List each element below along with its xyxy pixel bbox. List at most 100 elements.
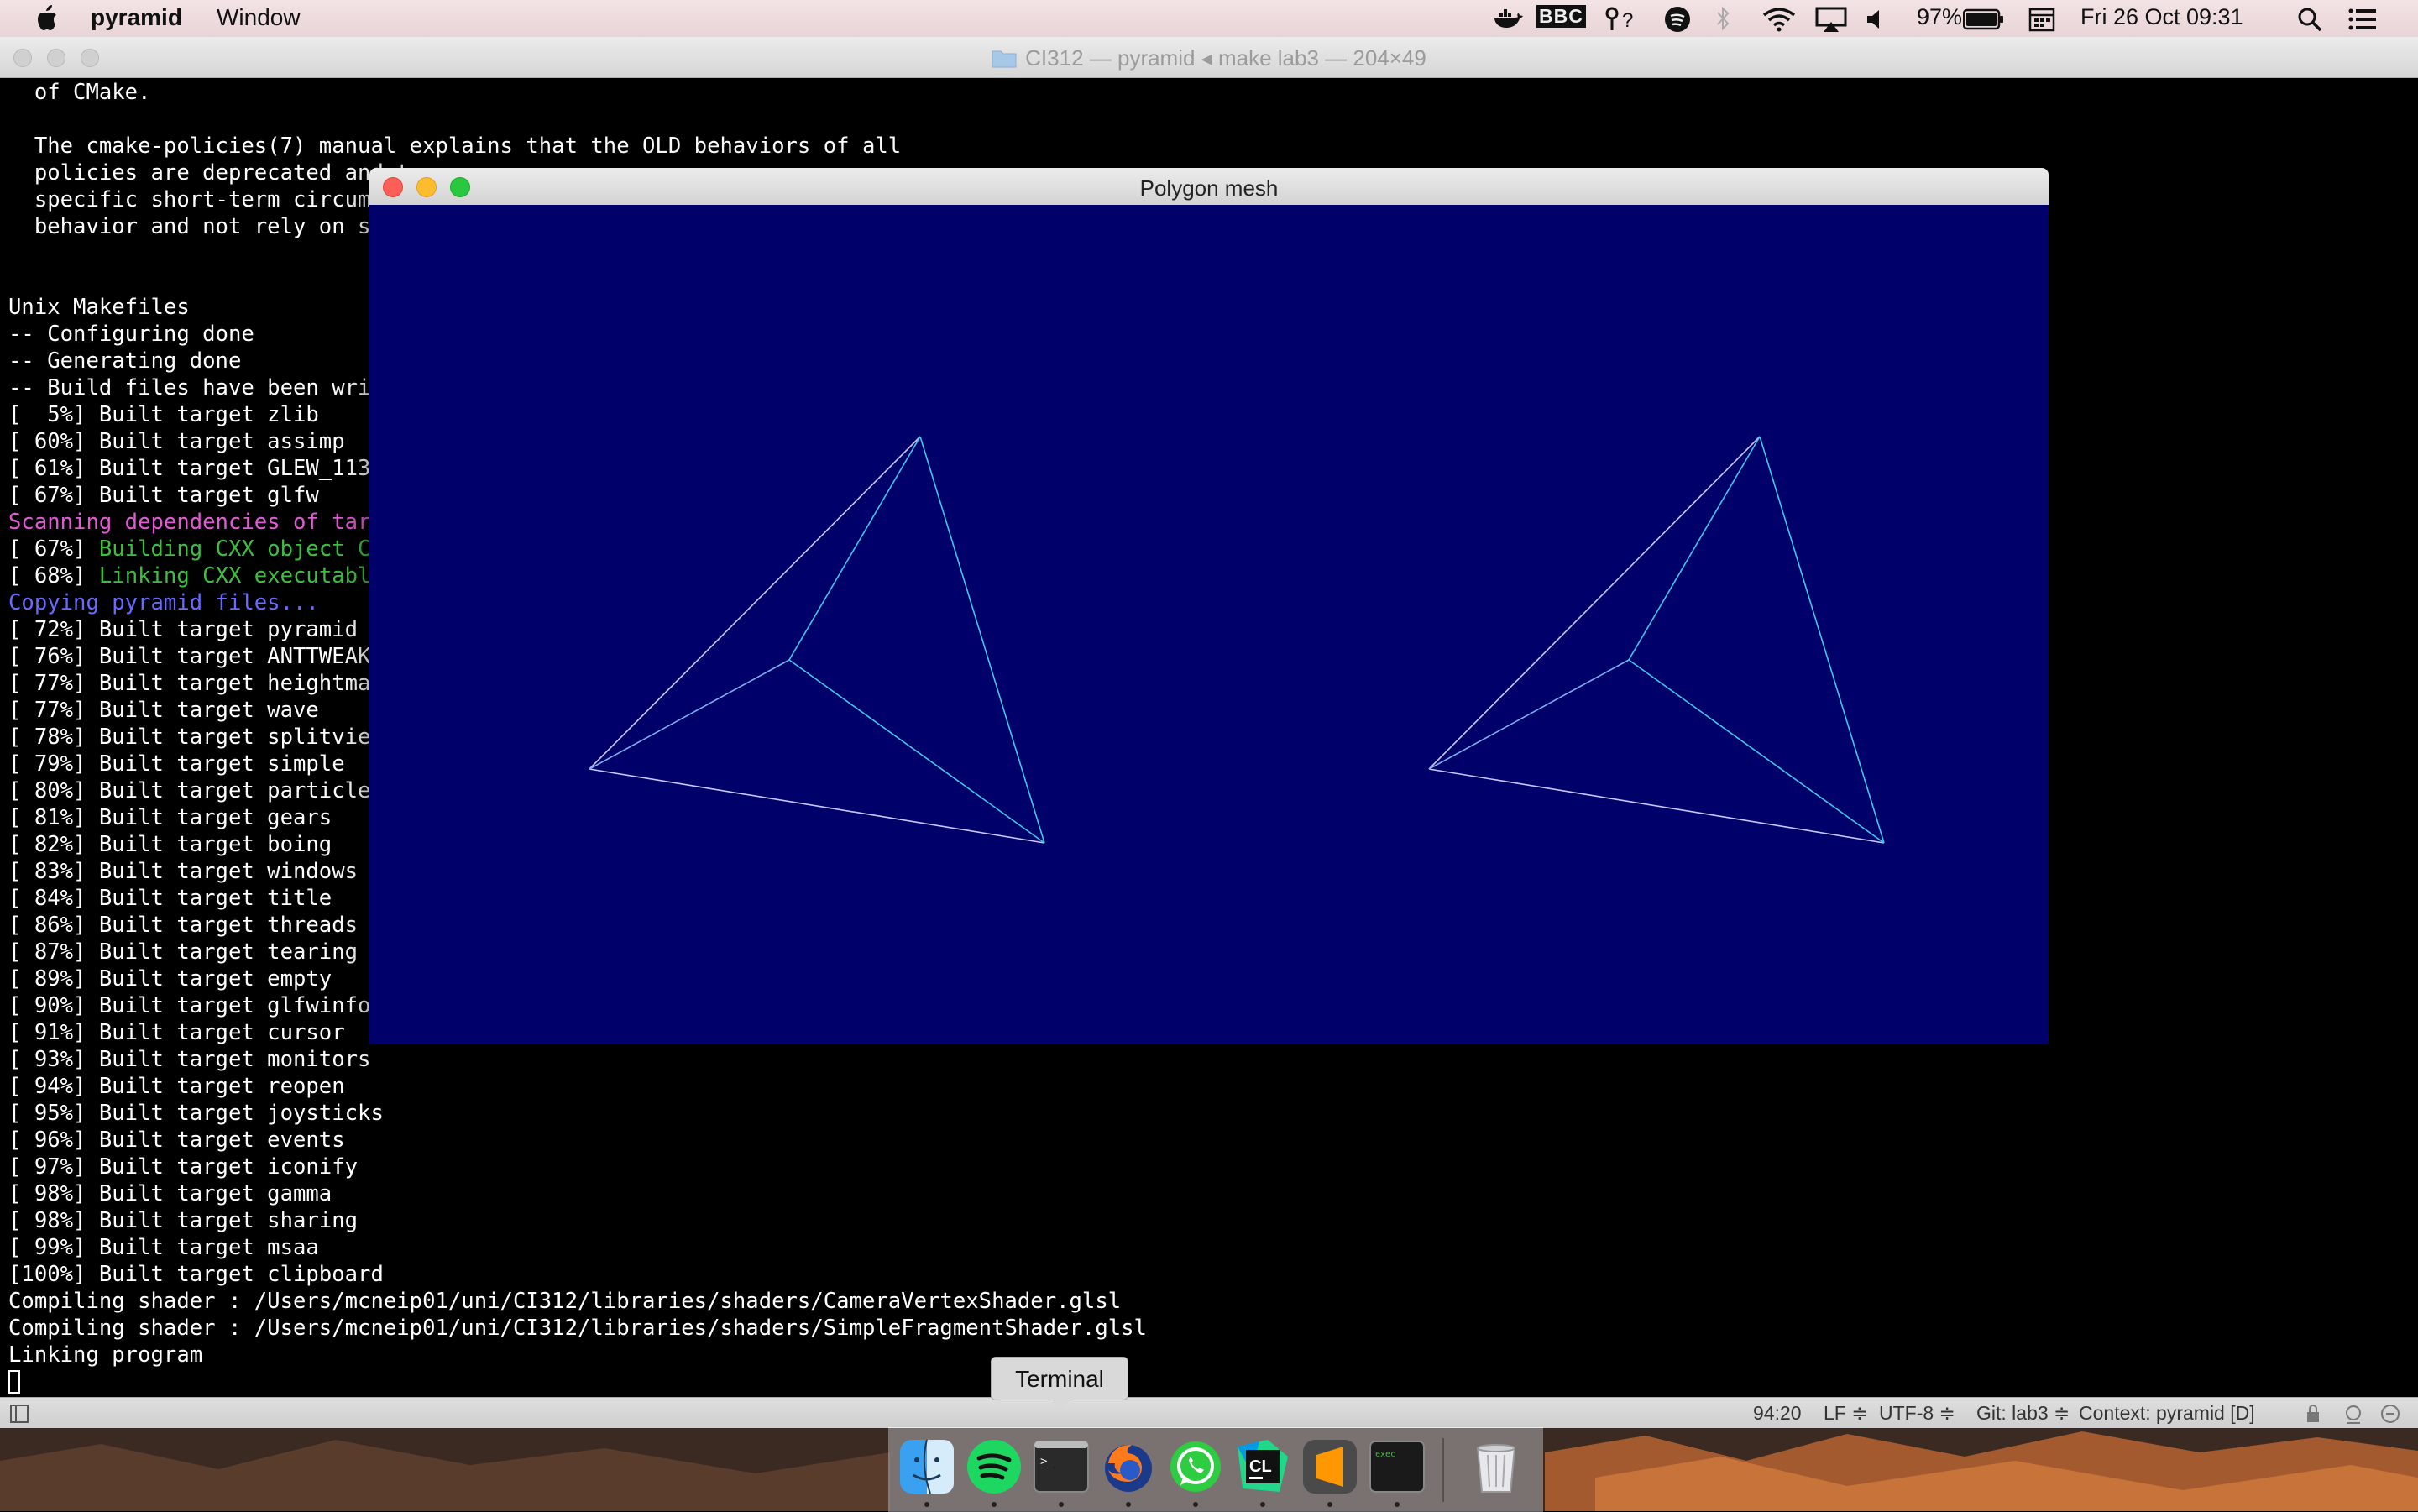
terminal-line-text: [ 5%] Built target zlib xyxy=(8,402,319,427)
terminal-line: The cmake-policies(7) manual explains th… xyxy=(8,133,2410,160)
polygon-mesh-title: Polygon mesh xyxy=(1139,175,1279,201)
clock[interactable]: Fri 26 Oct 09:31 xyxy=(2080,4,2243,30)
terminal-line: [ 94%] Built target reopen xyxy=(8,1073,2410,1100)
window-menu[interactable]: Window xyxy=(217,4,301,31)
terminal-line-text: [ 80%] Built target particles xyxy=(8,778,384,803)
svg-text:?: ? xyxy=(1622,9,1633,32)
airplay-icon[interactable] xyxy=(1815,7,1847,32)
terminal-line-text: [ 98%] Built target gamma xyxy=(8,1181,332,1206)
dock-tooltip-arrow xyxy=(1049,1399,1071,1410)
terminal-line-text: [ 84%] Built target title xyxy=(8,886,332,911)
status-bar: 94:20 LF ≑ UTF-8 ≑ Git: lab3 ≑ Context: … xyxy=(0,1397,2418,1428)
whatsapp-icon[interactable] xyxy=(1167,1438,1224,1495)
pyramid-mesh-right xyxy=(1428,436,1885,844)
terminal-line-text: [ 94%] Built target reopen xyxy=(8,1074,345,1099)
calendar-icon[interactable] xyxy=(2028,7,2055,32)
terminal-running-indicator xyxy=(1059,1502,1064,1507)
terminal-prompt-line[interactable] xyxy=(8,1368,2410,1395)
terminal-line-text: policies are deprecated and t xyxy=(8,160,410,186)
cursor-position[interactable]: 94:20 xyxy=(1753,1402,1802,1425)
terminal-line-text: [ 67%] xyxy=(8,536,99,562)
firefox-running-indicator xyxy=(1126,1502,1131,1507)
terminal-line: of CMake. xyxy=(8,79,2410,106)
whatsapp-running-indicator xyxy=(1193,1502,1198,1507)
polygon-mesh-window[interactable]: Polygon mesh xyxy=(369,168,2049,1044)
dock-separator xyxy=(1442,1438,1444,1502)
trash-icon[interactable] xyxy=(1468,1438,1525,1495)
battery-percentage[interactable]: 97% xyxy=(1917,4,1962,30)
terminal-line-text: [ 72%] Built target pyramid xyxy=(8,617,359,642)
terminal-line-text: -- Generating done xyxy=(8,348,242,374)
lock-icon[interactable] xyxy=(2300,1405,2322,1423)
terminal-line: [ 98%] Built target gamma xyxy=(8,1180,2410,1207)
spotify-icon[interactable] xyxy=(966,1438,1023,1495)
terminal-line-text: Copying pyramid files... xyxy=(8,590,319,615)
line-ending-selector[interactable]: LF ≑ xyxy=(1824,1402,1868,1425)
terminal-line-text: Building CXX object CMak xyxy=(98,536,410,562)
bbc-icon[interactable]: BBC xyxy=(1536,5,1586,28)
svg-text:exec: exec xyxy=(1375,1450,1395,1459)
polygon-mesh-title-bar[interactable]: Polygon mesh xyxy=(369,168,2049,205)
inspector-icon[interactable] xyxy=(2342,1403,2364,1425)
terminal-line-text: [ 93%] Built target monitors xyxy=(8,1047,371,1072)
terminal-line-text: [ 95%] Built target joysticks xyxy=(8,1101,384,1126)
spotify-running-indicator xyxy=(992,1502,997,1507)
bluetooth-icon[interactable] xyxy=(1714,5,1731,32)
terminal-line: [100%] Built target clipboard xyxy=(8,1261,2410,1288)
terminal-title: CI312 — pyramid ◂ make lab3 — 204×49 xyxy=(0,45,2418,71)
terminal-icon[interactable]: >_ xyxy=(1033,1438,1090,1495)
finder-icon[interactable] xyxy=(898,1438,955,1495)
apple-menu-icon[interactable] xyxy=(34,3,59,34)
clion-icon[interactable]: CL xyxy=(1234,1438,1291,1495)
terminal-line-text: Linking CXX executable p xyxy=(98,563,410,589)
exec-icon[interactable]: exec xyxy=(1369,1438,1426,1495)
terminal-title-bar[interactable]: CI312 — pyramid ◂ make lab3 — 204×49 xyxy=(0,37,2418,78)
terminal-line: Compiling shader : /Users/mcneip01/uni/C… xyxy=(8,1288,2410,1315)
exec-running-indicator xyxy=(1395,1502,1400,1507)
event-log-icon[interactable] xyxy=(2379,1403,2401,1425)
notification-center-icon[interactable] xyxy=(2347,7,2378,32)
sublime-text-icon[interactable] xyxy=(1301,1438,1358,1495)
git-branch-selector[interactable]: Git: lab3 ≑ xyxy=(1976,1402,2070,1425)
terminal-line-text: [ 87%] Built target tearing xyxy=(8,939,359,965)
terminal-line-text: [ 96%] Built target events xyxy=(8,1127,345,1153)
terminal-line-text: [ 83%] Built target windows xyxy=(8,859,359,884)
terminal-line-text: [ 90%] Built target glfwinfo xyxy=(8,993,371,1018)
terminal-line-text: Linking program xyxy=(8,1342,203,1368)
terminal-line-text: [ 77%] Built target wave xyxy=(8,698,319,723)
terminal-line-text: [ 89%] Built target empty xyxy=(8,966,332,991)
terminal-line: [ 96%] Built target events xyxy=(8,1127,2410,1154)
panel-toggle-icon[interactable] xyxy=(10,1405,29,1423)
terminal-line: [ 99%] Built target msaa xyxy=(8,1234,2410,1261)
docker-icon[interactable] xyxy=(1493,7,1525,30)
spotlight-search-icon[interactable] xyxy=(2297,7,2322,32)
svg-text:CL: CL xyxy=(1249,1457,1272,1476)
terminal-line-text: The cmake-policies(7) manual explains th… xyxy=(8,133,902,159)
clion-running-indicator xyxy=(1260,1502,1265,1507)
context-indicator[interactable]: Context: pyramid [D] xyxy=(2079,1402,2255,1425)
firefox-icon[interactable] xyxy=(1100,1438,1157,1495)
key-help-icon[interactable]: ? xyxy=(1605,7,1642,32)
app-name-menu[interactable]: pyramid xyxy=(91,4,182,31)
terminal-line-text: [ 61%] Built target GLEW_1130 xyxy=(8,456,384,481)
encoding-selector[interactable]: UTF-8 ≑ xyxy=(1879,1402,1955,1425)
terminal-line-text: behavior and not rely on sett xyxy=(8,214,410,239)
terminal-line: [ 98%] Built target sharing xyxy=(8,1207,2410,1234)
terminal-line-text: [ 78%] Built target splitview xyxy=(8,725,384,750)
terminal-line-text: [ 91%] Built target cursor xyxy=(8,1020,345,1045)
wifi-icon[interactable] xyxy=(1761,7,1797,32)
terminal-line: [ 97%] Built target iconify xyxy=(8,1154,2410,1180)
finder-running-indicator xyxy=(924,1502,929,1507)
terminal-line-text: [ 86%] Built target threads xyxy=(8,913,359,938)
terminal-line-text: [ 60%] Built target assimp xyxy=(8,429,345,454)
terminal-line-text: Scanning dependencies of target xyxy=(8,510,410,535)
battery-icon[interactable] xyxy=(1963,8,2005,30)
terminal-line-text: [ 82%] Built target boing xyxy=(8,832,332,857)
spotify-menu-icon[interactable] xyxy=(1664,6,1691,33)
pyramid-mesh-left xyxy=(589,436,1045,844)
gl-viewport[interactable] xyxy=(369,205,2049,1044)
terminal-line-text: -- Configuring done xyxy=(8,322,254,347)
volume-icon[interactable] xyxy=(1866,8,1887,30)
terminal-line: [ 95%] Built target joysticks xyxy=(8,1100,2410,1127)
